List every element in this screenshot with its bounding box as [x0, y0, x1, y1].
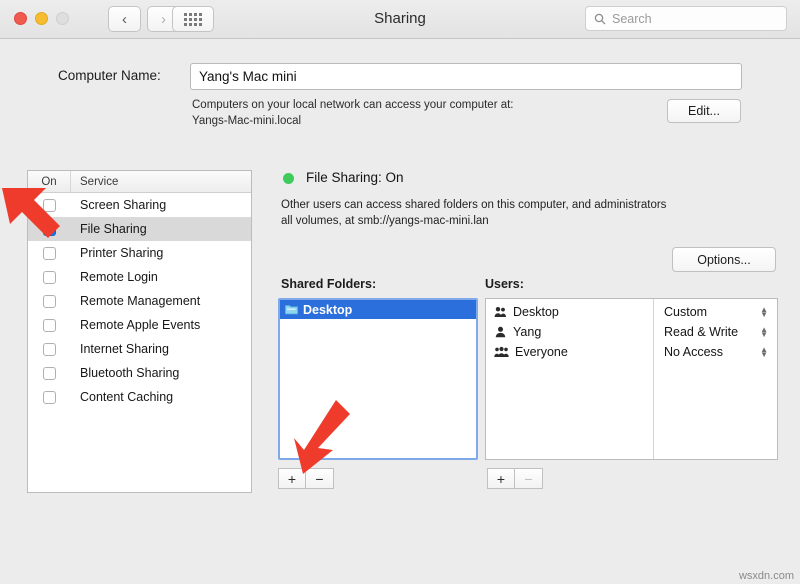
- service-checkbox-cell[interactable]: [28, 294, 71, 308]
- permission-value: Custom: [664, 305, 708, 319]
- shared-folders-buttons: + −: [278, 468, 334, 489]
- service-checkbox-cell[interactable]: [28, 366, 71, 380]
- service-row-internet-sharing[interactable]: Internet Sharing: [28, 337, 251, 361]
- user-row-desktop[interactable]: Desktop: [486, 302, 653, 322]
- sharing-preferences-window: ‹ › Sharing Search Computer Name: Yang's…: [0, 0, 800, 584]
- checkbox-bluetooth-sharing[interactable]: [43, 366, 56, 380]
- description-line2: all volumes, at smb://yangs-mac-mini.lan: [281, 215, 489, 227]
- user-name: Desktop: [513, 305, 559, 319]
- permission-value: No Access: [664, 345, 724, 359]
- permission-dropdown-everyone[interactable]: No Access ▲ ▼: [654, 342, 777, 362]
- checkbox-remote-login[interactable]: [43, 270, 56, 284]
- service-label: Bluetooth Sharing: [80, 366, 180, 380]
- service-checkbox-cell[interactable]: [28, 198, 71, 212]
- service-row-remote-apple-events[interactable]: Remote Apple Events: [28, 313, 251, 337]
- service-row-content-caching[interactable]: Content Caching: [28, 385, 251, 409]
- search-field[interactable]: Search: [585, 6, 787, 31]
- checkbox-printer-sharing[interactable]: [43, 246, 56, 260]
- computer-name-label: Computer Name:: [58, 68, 161, 83]
- service-label: Printer Sharing: [80, 246, 164, 260]
- users-names-column: Desktop Yang Everyone: [486, 299, 654, 459]
- user-row-yang[interactable]: Yang: [486, 322, 653, 342]
- watermark: wsxdn.com: [738, 570, 794, 582]
- network-access-note-line1: Computers on your local network can acce…: [192, 99, 514, 111]
- description-line1: Other users can access shared folders on…: [281, 199, 667, 211]
- chevron-updown-icon[interactable]: ▲ ▼: [760, 326, 768, 339]
- services-table: On Service Screen Sharing File Sharing P…: [27, 170, 252, 493]
- remove-user-button: −: [515, 468, 543, 489]
- window-titlebar: ‹ › Sharing Search: [0, 0, 800, 39]
- search-icon: [594, 13, 606, 24]
- permission-value: Read & Write: [664, 325, 739, 339]
- column-header-service: Service: [80, 175, 119, 188]
- file-sharing-description: Other users can access shared folders on…: [281, 197, 781, 229]
- user-name: Everyone: [515, 345, 568, 359]
- checkbox-screen-sharing[interactable]: [43, 198, 56, 212]
- service-label: Remote Management: [80, 294, 201, 308]
- group-icon: [494, 307, 506, 317]
- network-hostname: Yangs-Mac-mini.local: [192, 115, 302, 127]
- computer-name-value: Yang's Mac mini: [199, 69, 297, 84]
- shared-folders-label: Shared Folders:: [281, 277, 377, 291]
- service-checkbox-cell[interactable]: [28, 222, 71, 236]
- service-label: Internet Sharing: [80, 342, 169, 356]
- file-sharing-status: File Sharing: On: [306, 170, 404, 185]
- user-row-everyone[interactable]: Everyone: [486, 342, 653, 362]
- chevron-updown-icon[interactable]: ▲ ▼: [760, 306, 768, 319]
- service-row-bluetooth-sharing[interactable]: Bluetooth Sharing: [28, 361, 251, 385]
- footer: iBoysoft ? wsxdn.com: [0, 505, 800, 584]
- shared-folder-name: Desktop: [303, 302, 353, 317]
- network-access-note: Computers on your local network can acce…: [192, 97, 514, 129]
- user-name: Yang: [513, 325, 542, 339]
- service-checkbox-cell[interactable]: [28, 342, 71, 356]
- service-label: Screen Sharing: [80, 198, 167, 212]
- computer-name-input[interactable]: Yang's Mac mini: [190, 63, 742, 90]
- permission-dropdown-desktop[interactable]: Custom ▲ ▼: [654, 302, 777, 322]
- service-row-remote-management[interactable]: Remote Management: [28, 289, 251, 313]
- service-label: File Sharing: [80, 222, 147, 236]
- service-checkbox-cell[interactable]: [28, 246, 71, 260]
- status-indicator-dot: [283, 173, 294, 184]
- users-label: Users:: [485, 277, 524, 291]
- options-button[interactable]: Options...: [672, 247, 776, 272]
- service-checkbox-cell[interactable]: [28, 390, 71, 404]
- checkbox-remote-management[interactable]: [43, 294, 56, 308]
- shared-folder-item-desktop[interactable]: Desktop: [280, 300, 476, 319]
- service-row-remote-login[interactable]: Remote Login: [28, 265, 251, 289]
- services-table-header: On Service: [28, 171, 251, 193]
- chevron-updown-icon[interactable]: ▲ ▼: [760, 346, 768, 359]
- add-user-button[interactable]: +: [487, 468, 515, 489]
- checkbox-remote-apple-events[interactable]: [43, 318, 56, 332]
- service-label: Content Caching: [80, 390, 174, 404]
- search-placeholder: Search: [612, 11, 652, 26]
- service-label: Remote Login: [80, 270, 158, 284]
- service-row-screen-sharing[interactable]: Screen Sharing: [28, 193, 251, 217]
- edit-button[interactable]: Edit...: [667, 99, 741, 123]
- users-buttons: + −: [487, 468, 543, 489]
- everyone-icon: [494, 346, 509, 357]
- users-list[interactable]: Desktop Yang Everyone Custom ▲ ▼ Read & …: [485, 298, 778, 460]
- service-row-printer-sharing[interactable]: Printer Sharing: [28, 241, 251, 265]
- service-label: Remote Apple Events: [80, 318, 201, 332]
- users-permissions-column: Custom ▲ ▼ Read & Write ▲ ▼ No Access ▲ ▼: [654, 299, 777, 459]
- shared-folders-list[interactable]: Desktop: [278, 298, 478, 460]
- add-shared-folder-button[interactable]: +: [278, 468, 306, 489]
- service-checkbox-cell[interactable]: [28, 270, 71, 284]
- check-icon: [45, 225, 54, 233]
- column-header-on: On: [28, 171, 71, 192]
- checkbox-internet-sharing[interactable]: [43, 342, 56, 356]
- person-icon: [495, 326, 506, 338]
- remove-shared-folder-button[interactable]: −: [306, 468, 334, 489]
- checkbox-content-caching[interactable]: [43, 390, 56, 404]
- permission-dropdown-yang[interactable]: Read & Write ▲ ▼: [654, 322, 777, 342]
- folder-icon: [285, 305, 298, 315]
- checkbox-file-sharing[interactable]: [43, 222, 56, 236]
- service-checkbox-cell[interactable]: [28, 318, 71, 332]
- service-row-file-sharing[interactable]: File Sharing: [28, 217, 251, 241]
